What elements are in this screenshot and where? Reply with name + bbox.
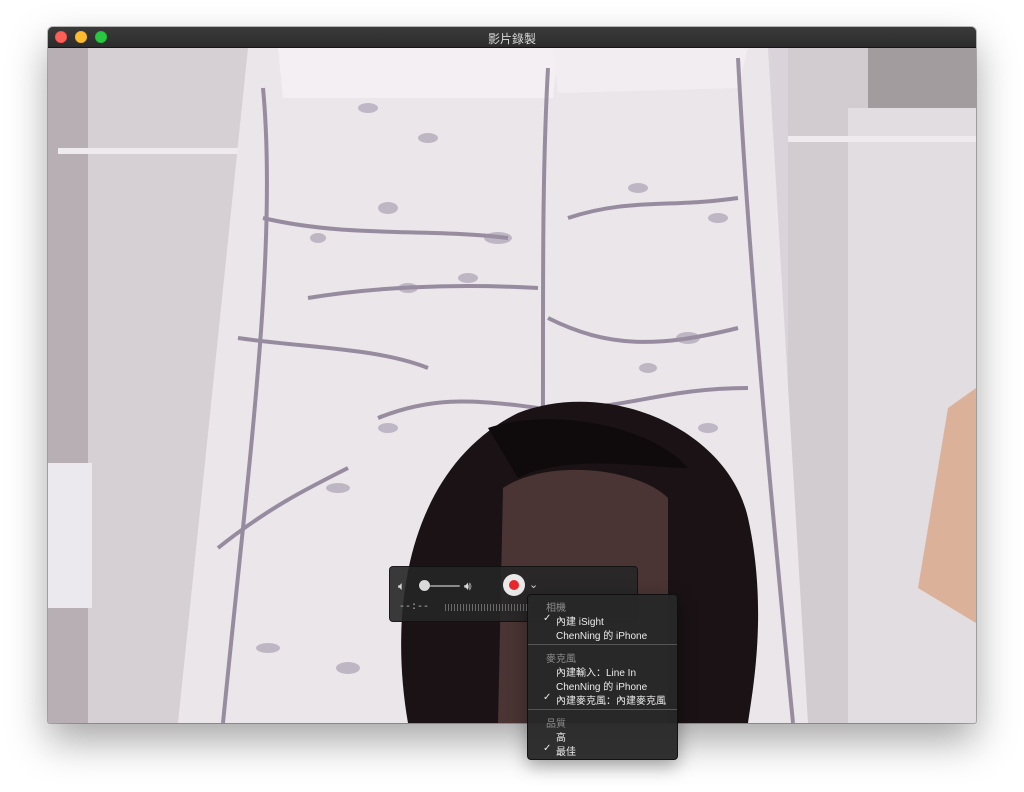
menu-section-title: 麥克風	[546, 654, 576, 665]
menu-item-label: 最佳	[556, 747, 576, 758]
menu-separator	[528, 709, 677, 710]
menu-section-title: 品質	[546, 719, 566, 730]
menu-item-label: 高	[556, 733, 566, 744]
menu-item[interactable]: 高	[528, 729, 677, 744]
checkmark-icon: ✓	[543, 692, 552, 703]
recording-time: --:--	[399, 602, 430, 613]
menu-item[interactable]: 內建輸入：Line In	[528, 664, 677, 679]
menu-item-label: ChenNing 的 iPhone	[556, 631, 648, 642]
menu-item[interactable]: ChenNing 的 iPhone	[528, 678, 677, 693]
menu-item-label: ChenNing 的 iPhone	[556, 682, 648, 693]
menu-item[interactable]: ✓ 最佳	[528, 743, 677, 758]
menu-item-label: 內建輸入：Line In	[556, 668, 637, 679]
volume-slider-knob[interactable]	[419, 580, 430, 591]
title-bar[interactable]: 影片錄製	[48, 27, 976, 48]
window-title: 影片錄製	[487, 32, 536, 46]
checkmark-icon: ✓	[543, 743, 552, 754]
menu-item[interactable]: ChenNing 的 iPhone	[528, 627, 677, 642]
speaker-high-icon: 🔊︎	[464, 579, 472, 593]
audio-level-meter	[445, 604, 530, 611]
record-button[interactable]	[503, 574, 525, 596]
menu-item[interactable]: ✓ 內建麥克風：內建麥克風	[528, 692, 677, 707]
options-menu: 相機 ✓ 內建 iSight ChenNing 的 iPhone 麥克風 內建輸入：Lin…	[527, 594, 678, 760]
checkmark-icon: ✓	[543, 613, 552, 624]
record-icon	[509, 580, 519, 590]
menu-item[interactable]: ✓ 內建 iSight	[528, 613, 677, 628]
menu-separator	[528, 644, 677, 645]
menu-section-title: 相機	[546, 603, 566, 614]
chevron-down-icon[interactable]: ⌄	[529, 578, 538, 591]
speaker-low-icon: 🔈︎	[398, 579, 406, 593]
menu-item-label: 內建 iSight	[556, 617, 604, 628]
menu-item-label: 內建麥克風：內建麥克風	[556, 696, 666, 707]
